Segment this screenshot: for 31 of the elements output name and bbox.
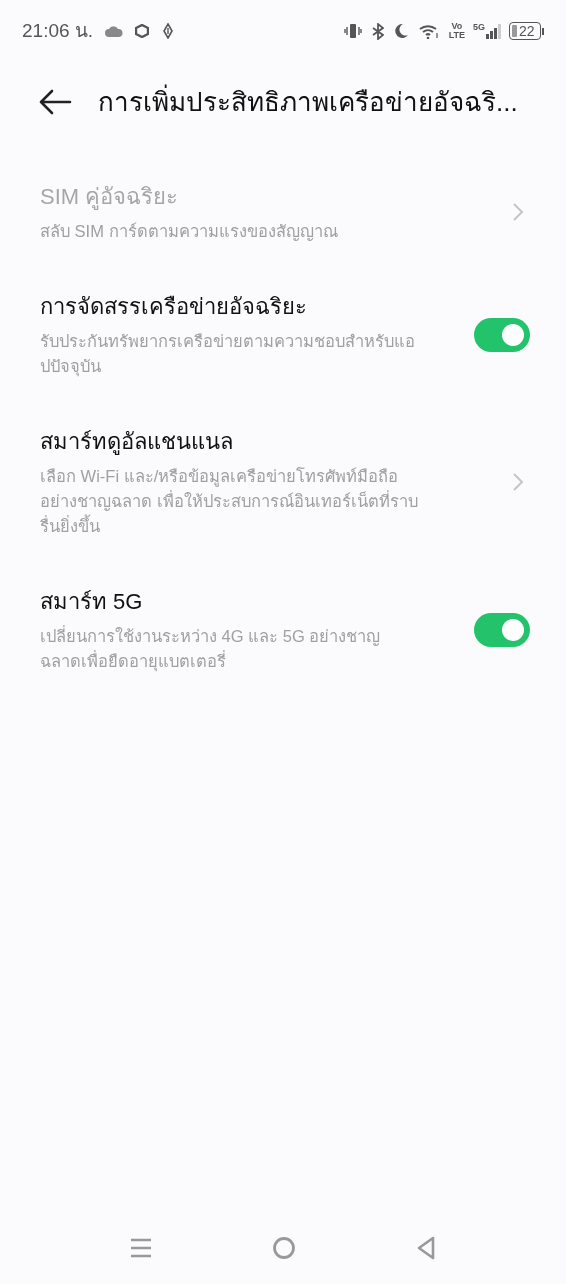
toggle-switch[interactable] [474, 317, 530, 352]
home-icon[interactable] [272, 1236, 296, 1260]
setting-description: สลับ SIM การ์ดตามความแรงของสัญญาณ [40, 221, 339, 243]
moon-icon [393, 23, 409, 39]
setting-title: SIM คู่อัจฉริยะ [40, 183, 180, 212]
setting-description: เปลี่ยนการใช้งานระหว่าง 4G และ 5G อย่างชาญ ฉลาดเพื่อยืดอายุแบตเตอรี่ [40, 624, 382, 674]
vibrate-icon [343, 23, 362, 39]
network-label: 5G [473, 23, 485, 32]
chevron-icon[interactable] [512, 202, 524, 222]
menu-icon[interactable] [130, 1237, 152, 1259]
signal-icon [485, 23, 503, 39]
status-time: 21:06 น. [22, 18, 94, 43]
diamond-icon [163, 23, 174, 39]
back-nav-icon[interactable] [416, 1236, 436, 1260]
setting-description: เลือก Wi-Fi และ/หรือข้อมูลเครือข่ายโทรศัพท์มือถือ อย่างชาญฉลาด เพื่อให้ประสบการณ์อินเทอร์เน็ตที่ราบ รื่นยิ่งขึ้น [40, 466, 419, 537]
lte-label: LTE [448, 31, 465, 40]
back-icon[interactable] [38, 89, 72, 115]
setting-title: สมาร์ทดูอัลแชนแนล [40, 428, 234, 457]
battery-fill [512, 25, 517, 37]
setting-description: รับประกันทรัพยากรเครือข่ายตามความชอบสำหรับแอ ปปัจจุบัน [40, 331, 416, 379]
chevron-icon[interactable] [512, 472, 524, 492]
battery-level: 22 [519, 24, 535, 38]
setting-title: สมาร์ท 5G [40, 588, 144, 616]
page-title: การเพิ่มประสิทธิภาพเครือข่ายอัจฉริ... [98, 83, 518, 119]
setting-title: การจัดสรรเครือข่ายอัจฉริยะ [40, 293, 308, 321]
volte-label: Vo [451, 22, 463, 31]
shield-icon [135, 24, 150, 38]
toggle-switch[interactable] [474, 612, 530, 647]
wifi-icon [418, 23, 439, 39]
bluetooth-icon [371, 22, 384, 40]
cloud-icon [105, 25, 124, 37]
